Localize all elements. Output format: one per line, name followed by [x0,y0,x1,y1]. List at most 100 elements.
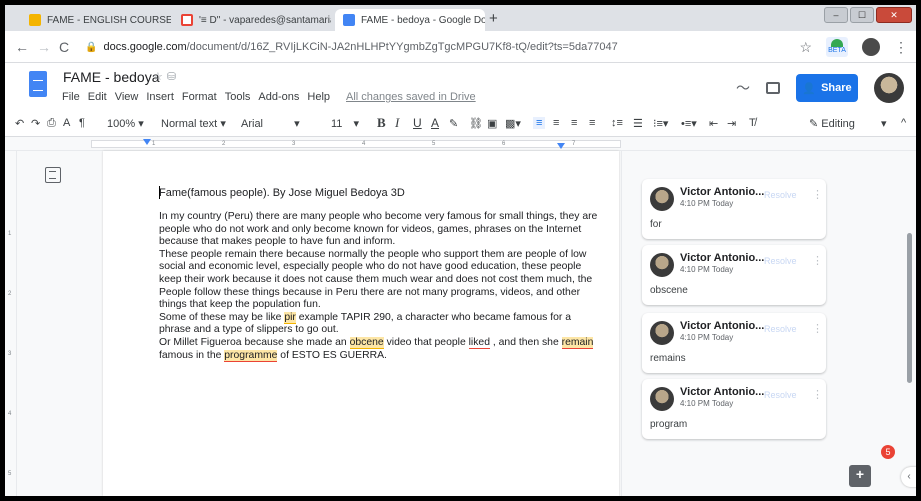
paint-format-icon[interactable]: ¶ [79,117,85,129]
zoom-value: 100% [107,118,136,130]
add-comment-button[interactable] [849,465,871,487]
commented-word-obcene[interactable]: obcene [349,336,384,349]
insert-image-icon[interactable]: ▩▾ [505,117,521,130]
bold-button[interactable]: B [377,115,386,131]
link-icon[interactable]: ⛓ [469,117,483,130]
activity-dashboard-icon[interactable]: 〜 [736,78,750,98]
menu-tools[interactable]: Tools [225,91,251,103]
menu-file[interactable]: File [62,91,80,103]
redo-icon[interactable]: ↷ [31,117,40,130]
tab-google-docs[interactable]: FAME - bedoya - Google Docs ✕ [335,9,485,31]
back-icon[interactable]: ← [15,39,29,55]
menu-edit[interactable]: Edit [88,91,107,103]
resolve-button[interactable]: Resolve [764,190,797,200]
close-window-button[interactable]: ✕ [876,7,912,23]
resolve-button[interactable]: Resolve [764,390,797,400]
profile-avatar[interactable] [862,38,880,56]
comment-card[interactable]: Victor Antonio... 4:10 PM Today Resolve … [642,179,826,239]
italic-button[interactable]: I [395,115,399,131]
align-left-icon[interactable]: ≡ [533,117,546,129]
text-color-button[interactable]: A [431,116,439,130]
comment-menu-icon[interactable]: ⋮ [812,388,823,401]
zoom-select[interactable]: 100% ▾ [107,117,144,130]
move-folder-icon[interactable]: ⛁ [167,71,180,83]
url-input[interactable]: 🔒 docs.google.com/document/d/16Z_RVIjLKC… [79,36,819,58]
misspelled-word-liked[interactable]: liked [468,336,490,349]
docs-home-icon[interactable] [29,71,47,97]
url-path: /document/d/16Z_RVIjLKCiN-JA2nHLHPtYYgmb… [186,41,618,53]
comment-menu-icon[interactable]: ⋮ [812,188,823,201]
menu-view[interactable]: View [115,91,139,103]
editing-mode-select[interactable]: ✎ Editing [809,117,855,130]
comment-card[interactable]: Victor Antonio... 4:10 PM Today Resolve … [642,313,826,373]
numbered-list-icon[interactable]: ⁝≡▾ [653,117,668,130]
checklist-icon[interactable]: ☰ [633,117,643,130]
expand-side-panel-icon[interactable]: ‹ [901,467,916,487]
commented-word-remain[interactable]: remain [561,336,594,349]
right-indent-marker[interactable] [557,143,565,149]
comment-card[interactable]: Victor Antonio... 4:10 PM Today Resolve … [642,245,826,305]
spellcheck-icon[interactable]: A [63,117,70,129]
font-size-select[interactable]: 11 ▾ [331,117,359,130]
print-icon[interactable]: ⎙ [47,117,56,130]
decrease-indent-icon[interactable]: ⇤ [709,117,718,130]
style-select[interactable]: Normal text ▾ [161,117,226,130]
document-body[interactable]: In my country (Peru) there are many peop… [159,211,599,362]
left-indent-marker[interactable] [143,139,151,145]
underline-button[interactable]: U [413,116,422,130]
comments-history-icon[interactable] [766,82,780,94]
comment-menu-icon[interactable]: ⋮ [812,254,823,267]
document-page[interactable]: Fame(famous people). By Jose Miguel Bedo… [103,151,619,496]
chevron-down-icon: ▾ [220,118,226,130]
resolve-button[interactable]: Resolve [764,324,797,334]
highlight-icon[interactable]: ✎ [449,117,458,130]
resolve-button[interactable]: Resolve [764,256,797,266]
minimize-button[interactable]: – [824,7,848,23]
new-tab-button[interactable]: + [489,10,498,27]
tab-fame-english-course[interactable]: FAME - ENGLISH COURSE - Goo ✕ [21,9,171,31]
align-center-icon[interactable]: ≡ [553,117,559,129]
browser-menu-icon[interactable]: ⋮ [894,39,908,56]
comment-time: 4:10 PM Today [680,265,734,274]
ruler-number: 3 [292,141,296,147]
align-right-icon[interactable]: ≡ [571,117,577,129]
commented-word-programme[interactable]: programme [224,349,278,362]
browser-window: FAME - ENGLISH COURSE - Goo ✕ '≡ D" - va… [5,5,916,496]
clear-formatting-icon[interactable]: T̸ [749,117,756,129]
collapse-menus-icon[interactable]: ^ [901,117,906,129]
forward-icon[interactable]: → [37,39,51,55]
document-outline-icon[interactable] [45,167,61,183]
menu-addons[interactable]: Add-ons [258,91,299,103]
star-icon[interactable]: ☆ [153,71,167,83]
undo-icon[interactable]: ↶ [15,117,24,130]
chevron-down-icon[interactable]: ▾ [881,117,887,130]
add-comment-icon[interactable]: ▣ [487,117,497,130]
increase-indent-icon[interactable]: ⇥ [727,117,736,130]
document-heading[interactable]: Fame(famous people). By Jose Miguel Bedo… [159,186,405,199]
reload-icon[interactable]: C [59,39,69,55]
bookmark-star-icon[interactable]: ☆ [799,39,812,56]
document-title[interactable]: FAME - bedoya [63,69,160,85]
maximize-button[interactable]: ☐ [850,7,874,23]
scrollbar-thumb[interactable] [907,233,912,383]
tab-gmail[interactable]: '≡ D" - vaparedes@santamaria. ✕ [173,9,331,31]
commenter-avatar [650,321,674,345]
font-select[interactable]: Arial ▾ [241,117,300,130]
comment-text: program [650,419,688,430]
save-status[interactable]: All changes saved in Drive [346,91,476,103]
menu-insert[interactable]: Insert [146,91,174,103]
bulleted-list-icon[interactable]: •≡▾ [681,117,697,130]
menu-format[interactable]: Format [182,91,217,103]
share-button[interactable]: 👤 Share [796,74,858,102]
ruler-number: 1 [152,141,156,147]
extension-beta-icon[interactable]: BETA [826,37,848,57]
comment-author: Victor Antonio... [680,252,765,264]
justify-icon[interactable]: ≡ [589,117,595,129]
notification-badge[interactable]: 5 [881,445,895,459]
comment-card[interactable]: Victor Antonio... 4:10 PM Today Resolve … [642,379,826,439]
commented-word-pir[interactable]: pir [284,311,296,324]
menu-help[interactable]: Help [307,91,330,103]
comment-menu-icon[interactable]: ⋮ [812,322,823,335]
line-spacing-icon[interactable]: ↕≡ [611,117,623,129]
account-avatar[interactable] [874,73,904,103]
